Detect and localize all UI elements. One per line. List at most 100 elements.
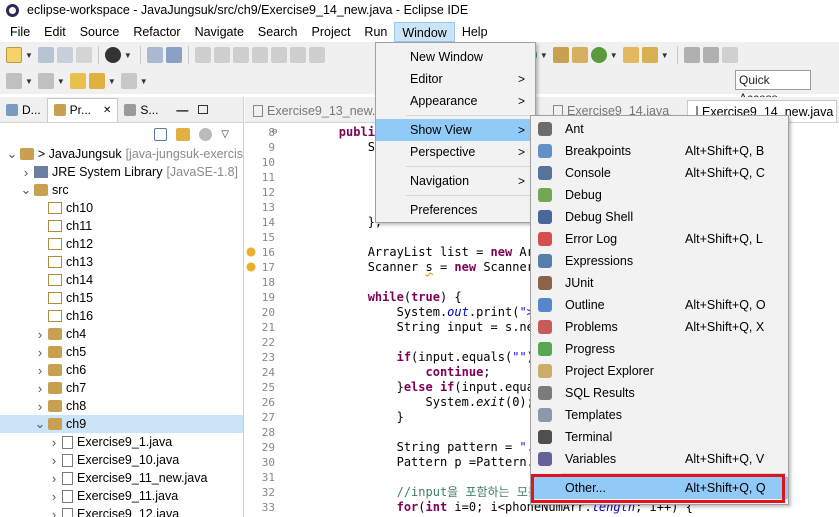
tree-item[interactable]: › Exercise9_11_new.java [0,469,243,487]
tree-item[interactable]: › ch8 [0,397,243,415]
show-view-item-templates[interactable]: Templates [531,404,788,426]
print-icon[interactable] [75,47,92,63]
tab-structure[interactable]: S... [118,98,164,122]
annotation-icon[interactable] [702,47,719,63]
window-menu-item-show-view[interactable]: Show View > [376,119,535,141]
tree-item[interactable]: ch10 [0,199,243,217]
tree-item[interactable]: ch13 [0,253,243,271]
tree-item[interactable]: › ch5 [0,343,243,361]
menu-edit[interactable]: Edit [37,22,73,42]
tab-declaration[interactable]: D... [0,98,47,122]
step-into-icon[interactable] [270,47,287,63]
expand-arrow-icon[interactable]: › [20,165,32,180]
minimize-icon[interactable]: — [176,103,188,117]
pin-icon[interactable] [683,47,700,63]
link-editor-icon[interactable] [176,127,191,141]
show-view-item-project-explorer[interactable]: Project Explorer [531,360,788,382]
close-icon[interactable]: ✕ [103,105,111,116]
tree-item[interactable]: › Exercise9_11.java [0,487,243,505]
new-class-icon[interactable] [590,47,607,63]
terminate-icon[interactable] [232,47,249,63]
tree-item[interactable]: ch11 [0,217,243,235]
tree-item[interactable]: ch16 [0,307,243,325]
suspend-icon[interactable] [213,47,230,63]
tree-item[interactable]: › ch4 [0,325,243,343]
new-icon[interactable] [6,47,22,63]
expand-arrow-icon[interactable]: › [48,471,60,486]
tree-item[interactable]: ⌄ ch9 [0,415,243,433]
last-edit-icon[interactable] [721,47,738,63]
next-annotation-icon[interactable] [6,73,22,89]
expand-arrow-icon[interactable]: › [34,381,46,396]
show-view-item-console[interactable]: Console Alt+Shift+Q, C [531,162,788,184]
menu-search[interactable]: Search [251,22,305,42]
menu-window[interactable]: Window [394,22,455,42]
save-all-icon[interactable] [56,47,73,63]
show-view-item-debug[interactable]: Debug [531,184,788,206]
tree-item[interactable]: › ch6 [0,361,243,379]
tree-item[interactable]: › JRE System Library [JavaSE-1.8] [0,163,243,181]
expand-arrow-icon[interactable]: › [48,507,60,517]
view-menu-icon[interactable]: ▽ [221,129,229,140]
step-return-icon[interactable] [308,47,325,63]
show-view-item-outline[interactable]: Outline Alt+Shift+Q, O [531,294,788,316]
debug-toggle-icon[interactable] [146,47,163,63]
maximize-icon[interactable] [198,105,209,114]
expand-arrow-icon[interactable]: › [48,489,60,504]
disconnect-icon[interactable] [251,47,268,63]
window-menu-item-navigation[interactable]: Navigation > [376,170,535,192]
show-view-item-ant[interactable]: Ant [531,118,788,140]
new-package-icon[interactable] [571,47,588,63]
save-icon[interactable] [37,47,54,63]
show-view-item-error-log[interactable]: Error Log Alt+Shift+Q, L [531,228,788,250]
tree-item[interactable]: ⌄ src [0,181,243,199]
show-view-item-terminal[interactable]: Terminal [531,426,788,448]
show-view-item-debug-shell[interactable]: Debug Shell [531,206,788,228]
menu-run[interactable]: Run [357,22,394,42]
tree-item[interactable]: ⌄ > JavaJungsuk [java-jungsuk-exercis [0,145,244,163]
tree-item[interactable]: ch15 [0,289,243,307]
tab-package-explorer[interactable]: Pr... ✕ [46,97,119,122]
expand-arrow-icon[interactable]: ⌄ [20,182,32,198]
expand-arrow-icon[interactable]: › [34,363,46,378]
skip-breakpoints-icon[interactable] [165,47,182,63]
tree-item[interactable]: › Exercise9_1.java [0,433,243,451]
menu-refactor[interactable]: Refactor [126,22,187,42]
show-view-item-variables[interactable]: Variables Alt+Shift+Q, V [531,448,788,470]
open-type-icon[interactable] [622,47,639,63]
menu-file[interactable]: File [3,22,37,42]
filter-icon[interactable] [199,127,213,141]
expand-arrow-icon[interactable]: › [34,399,46,414]
menu-source[interactable]: Source [73,22,127,42]
window-menu-item-preferences[interactable]: Preferences [376,199,535,221]
expand-arrow-icon[interactable]: › [34,327,46,342]
forward-icon[interactable] [120,73,137,89]
back-icon[interactable] [88,73,105,89]
step-over-icon[interactable] [289,47,306,63]
account-icon[interactable] [104,47,121,63]
collapse-all-icon[interactable] [154,127,168,141]
tree-item[interactable]: › Exercise9_10.java [0,451,243,469]
fold-icon[interactable]: ⊖ [272,125,277,140]
show-view-item-expressions[interactable]: Expressions [531,250,788,272]
expand-arrow-icon[interactable]: › [34,345,46,360]
show-view-item-problems[interactable]: Problems Alt+Shift+Q, X [531,316,788,338]
search-icon[interactable] [641,47,658,63]
menu-project[interactable]: Project [305,22,358,42]
window-menu-item-new-window[interactable]: New Window [376,46,535,68]
show-view-item-progress[interactable]: Progress [531,338,788,360]
expand-arrow-icon[interactable]: › [48,453,60,468]
expand-arrow-icon[interactable]: › [48,435,60,450]
new-java-project-icon[interactable] [552,47,569,63]
expand-arrow-icon[interactable]: ⌄ [34,416,46,432]
menu-help[interactable]: Help [455,22,495,42]
window-menu-item-appearance[interactable]: Appearance > [376,90,535,112]
tree-item[interactable]: ch14 [0,271,243,289]
tree-item[interactable]: ch12 [0,235,243,253]
resume-icon[interactable] [194,47,211,63]
last-edit-location-icon[interactable] [69,73,86,89]
show-view-item-sql-results[interactable]: SQL Results [531,382,788,404]
window-menu-item-editor[interactable]: Editor > [376,68,535,90]
menu-navigate[interactable]: Navigate [188,22,251,42]
show-view-item-breakpoints[interactable]: Breakpoints Alt+Shift+Q, B [531,140,788,162]
